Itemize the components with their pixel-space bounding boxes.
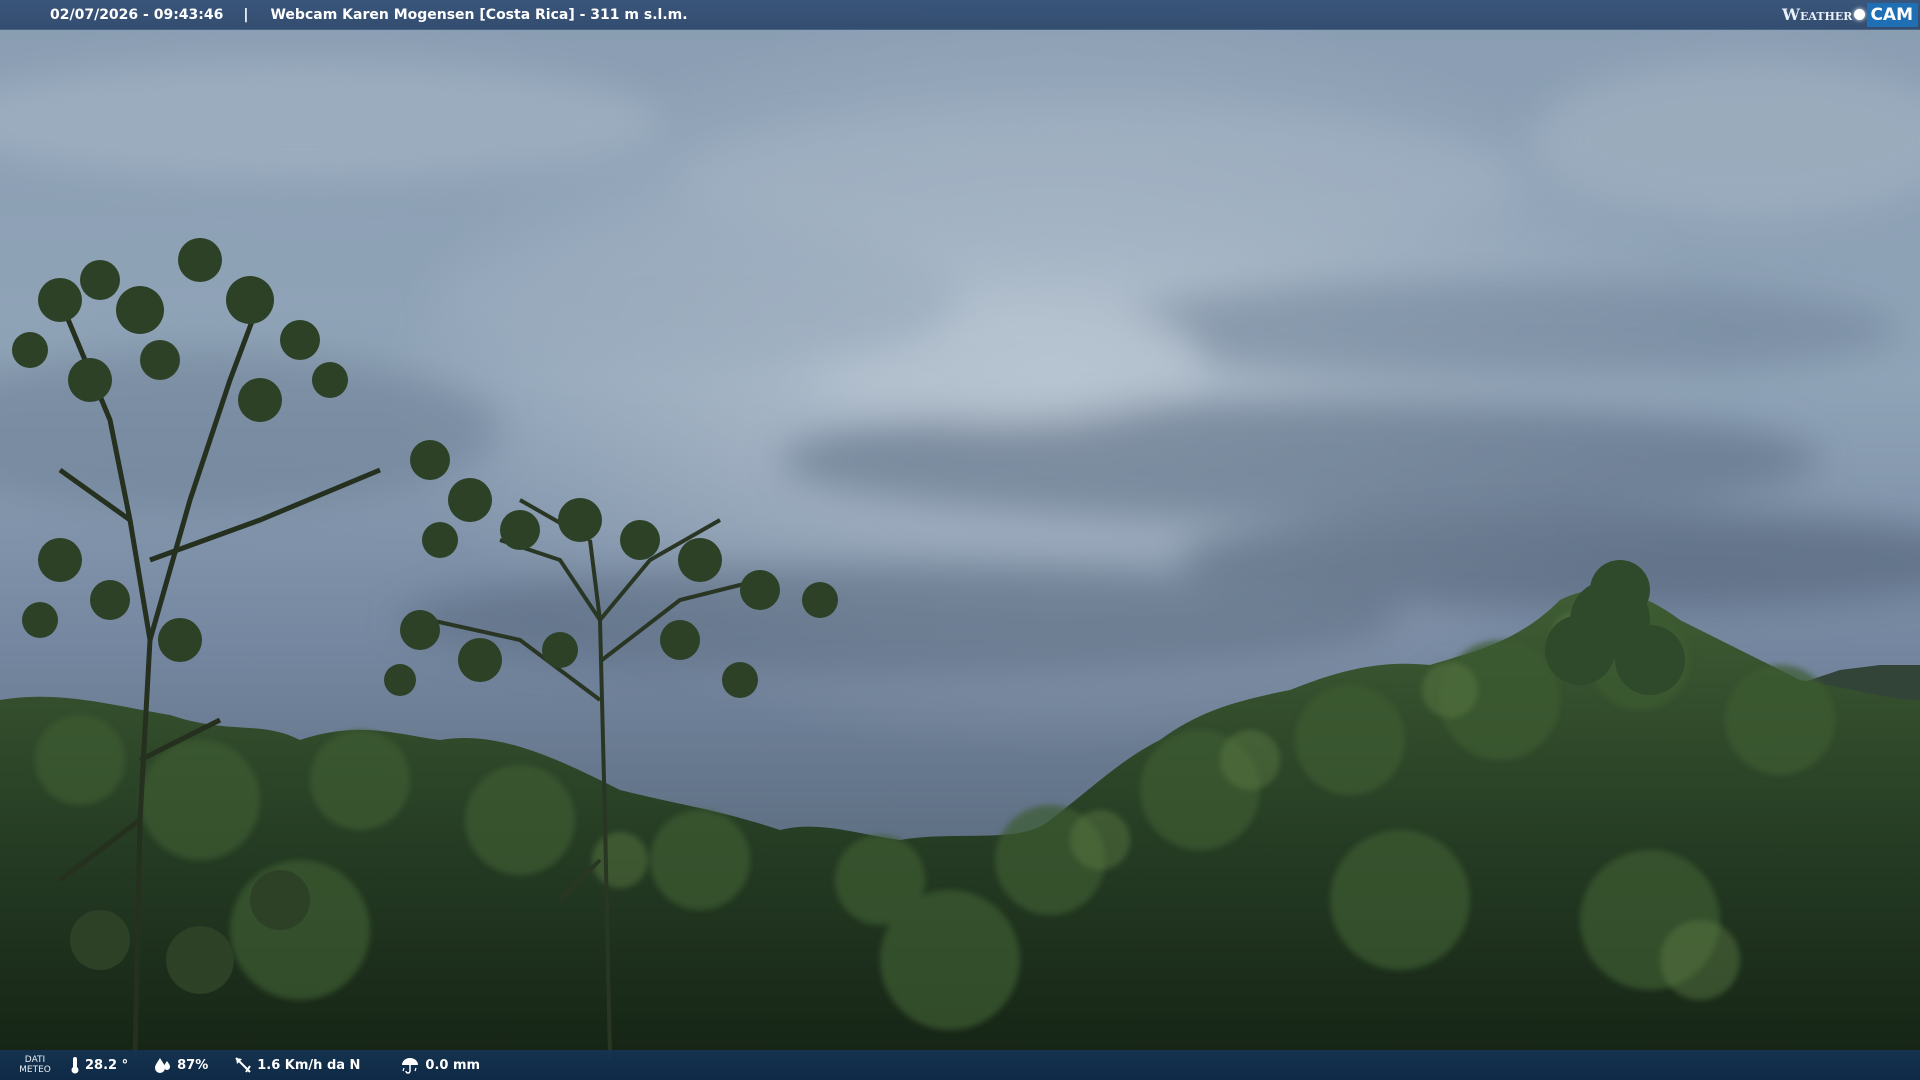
wind-vane-icon <box>235 1057 252 1073</box>
weather-data-bar: DATI METEO 28.2 ° 87% 1.6 Km/h da N 0.0 … <box>0 1050 1920 1080</box>
meteo-label: METEO <box>19 1065 51 1075</box>
logo-weather-text: Weather <box>1782 5 1853 24</box>
rain-gauge-icon <box>402 1058 419 1074</box>
header-separator: | <box>243 6 249 23</box>
dati-label: DATI <box>24 1055 46 1065</box>
rain-metric: 0.0 mm <box>400 1056 480 1074</box>
webcam-title: Webcam Karen Mogensen [Costa Rica] - 311… <box>270 6 688 23</box>
dati-meteo-label: DATI METEO <box>0 1055 70 1075</box>
timestamp: 02/07/2026 - 09:43:46 <box>50 6 224 23</box>
webcam-header-bar: 02/07/2026 - 09:43:46 | Webcam Karen Mog… <box>0 0 1920 30</box>
thermometer-icon <box>71 1057 79 1074</box>
sun-icon <box>1854 9 1866 20</box>
wind-metric: 1.6 Km/h da N <box>234 1056 360 1074</box>
logo-cam-text: CAM <box>1867 2 1918 27</box>
rain-value: 0.0 mm <box>425 1057 481 1073</box>
temperature-metric: 28.2 ° <box>70 1056 128 1074</box>
webcam-image <box>0 0 1920 1080</box>
wind-value: 1.6 Km/h da N <box>257 1057 361 1073</box>
humidity-value: 87% <box>177 1057 209 1073</box>
weathercam-logo[interactable]: Weather CAM <box>1782 2 1918 27</box>
humidity-drops-icon <box>155 1058 171 1073</box>
humidity-metric: 87% <box>154 1057 208 1073</box>
temperature-value: 28.2 ° <box>85 1057 129 1073</box>
